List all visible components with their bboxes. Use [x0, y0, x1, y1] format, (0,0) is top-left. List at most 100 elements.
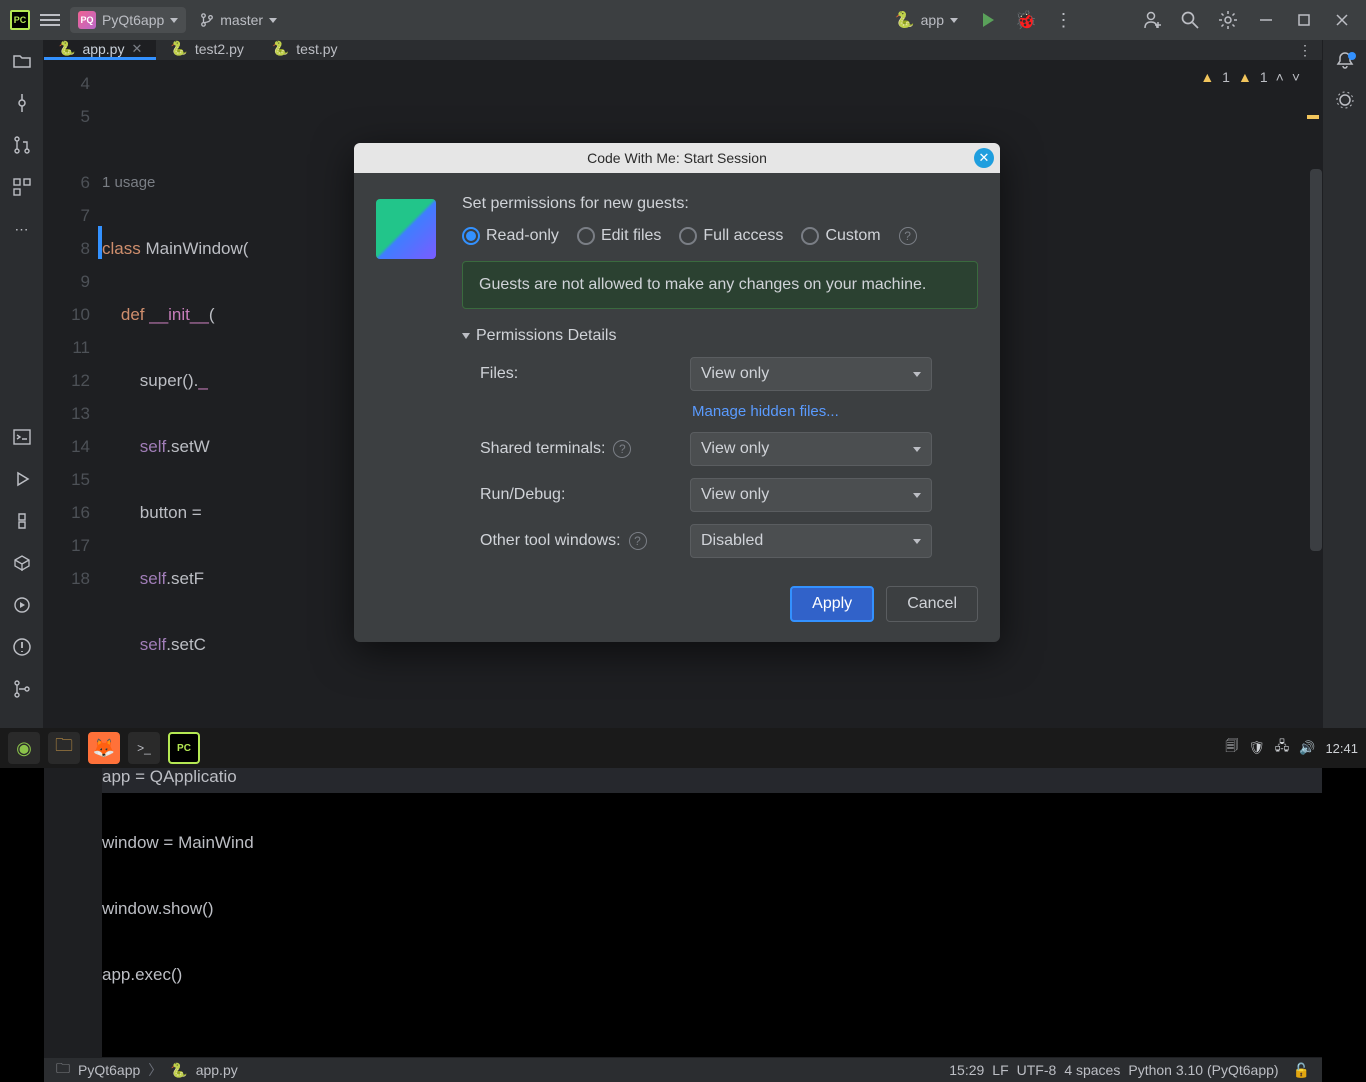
tray-clock[interactable]: 12:41: [1325, 741, 1358, 756]
breadcrumb-root[interactable]: PyQt6app: [78, 1062, 140, 1078]
indent-settings[interactable]: 4 spaces: [1064, 1062, 1120, 1078]
more-actions-button[interactable]: ⋮: [1050, 6, 1078, 34]
chevron-down-icon: [950, 18, 958, 23]
help-icon[interactable]: ?: [629, 532, 647, 550]
error-stripe-mark[interactable]: [1307, 115, 1319, 119]
ai-assistant-button[interactable]: [1335, 90, 1355, 110]
tab-label: test.py: [296, 41, 337, 57]
breadcrumb-file[interactable]: app.py: [196, 1062, 238, 1078]
warning-count: 1: [1222, 69, 1230, 85]
radio-edit-files[interactable]: Edit files: [577, 227, 661, 245]
tray-network-icon[interactable]: 🖧: [1275, 737, 1290, 759]
dialog-titlebar[interactable]: Code With Me: Start Session ✕: [354, 143, 1000, 173]
pull-requests-button[interactable]: [11, 134, 33, 156]
debug-button[interactable]: 🐞: [1012, 6, 1040, 34]
vcs-branch-selector[interactable]: master: [196, 8, 281, 32]
left-tool-strip: ⋯: [0, 40, 44, 728]
line-separator[interactable]: LF: [992, 1062, 1008, 1078]
structure-tool-button[interactable]: [11, 176, 33, 198]
firefox-icon: 🦊: [93, 738, 115, 759]
help-icon[interactable]: ?: [899, 227, 917, 245]
run-debug-label: Run/Debug:: [480, 486, 690, 504]
shared-terminals-select[interactable]: View only: [690, 432, 932, 466]
window-minimize[interactable]: [1252, 6, 1280, 34]
person-icon: [1142, 10, 1162, 30]
run-button[interactable]: [974, 6, 1002, 34]
app-icon: PC: [10, 10, 30, 30]
main-menu-button[interactable]: [40, 14, 60, 26]
problems-tool-button[interactable]: [11, 636, 33, 658]
next-highlight[interactable]: ˅: [1292, 69, 1300, 85]
search-icon: [1180, 10, 1200, 30]
radio-read-only[interactable]: Read-only: [462, 227, 559, 245]
tray-shield-icon[interactable]: 🛡: [1248, 740, 1265, 756]
permission-radio-group: Read-only Edit files Full access Custom …: [462, 227, 978, 245]
chevron-down-icon: [913, 539, 921, 544]
tool-windows-select[interactable]: Disabled: [690, 524, 932, 558]
python-icon: 🐍: [170, 40, 187, 57]
inspection-widget[interactable]: ▲1 ▲1 ˄ ˅: [1200, 69, 1300, 85]
run-config-selector[interactable]: 🐍 app: [889, 8, 964, 32]
terminal-button[interactable]: >_: [128, 732, 160, 764]
maximize-icon: [1294, 10, 1314, 30]
chevron-down-icon: [913, 447, 921, 452]
start-menu-button[interactable]: ◉: [8, 732, 40, 764]
help-icon[interactable]: ?: [613, 440, 631, 458]
close-icon[interactable]: ✕: [131, 41, 142, 57]
tab-test-py[interactable]: 🐍 test.py: [258, 40, 352, 60]
kebab-icon: ⋮: [1055, 10, 1074, 31]
file-manager-button[interactable]: 🗀: [48, 732, 80, 764]
files-label: Files:: [480, 365, 690, 383]
window-close[interactable]: [1328, 6, 1356, 34]
services-tool-button[interactable]: [11, 594, 33, 616]
scrollbar-thumb[interactable]: [1310, 169, 1322, 551]
radio-full-access[interactable]: Full access: [679, 227, 783, 245]
project-selector[interactable]: PQ PyQt6app: [70, 7, 186, 33]
run-debug-select[interactable]: View only: [690, 478, 932, 512]
lock-icon[interactable]: 🔓: [1293, 1062, 1310, 1079]
radio-custom[interactable]: Custom: [801, 227, 880, 245]
tray-update-icon[interactable]: 🗐: [1225, 737, 1238, 759]
project-tool-button[interactable]: [11, 50, 33, 72]
dialog-close-button[interactable]: ✕: [974, 148, 994, 168]
system-tray: 🗐 🛡 🖧 🔊 12:41: [1225, 737, 1358, 759]
commit-tool-button[interactable]: [11, 92, 33, 114]
code-with-me-button[interactable]: [1138, 6, 1166, 34]
ellipsis-icon: ⋯: [15, 221, 29, 238]
cancel-button[interactable]: Cancel: [886, 586, 978, 622]
gutter: 456789101112131415161718: [44, 61, 102, 1057]
file-encoding[interactable]: UTF-8: [1017, 1062, 1057, 1078]
firefox-button[interactable]: 🦊: [88, 732, 120, 764]
caret-position[interactable]: 15:29: [949, 1062, 984, 1078]
permissions-heading: Set permissions for new guests:: [462, 195, 978, 213]
permissions-details-toggle[interactable]: Permissions Details: [462, 327, 978, 345]
tab-test2-py[interactable]: 🐍 test2.py: [156, 40, 257, 60]
chevron-down-icon: [170, 18, 178, 23]
tray-volume-icon[interactable]: 🔊: [1299, 740, 1315, 756]
settings-button[interactable]: [1214, 6, 1242, 34]
prev-highlight[interactable]: ˄: [1276, 69, 1284, 85]
manage-hidden-files-link[interactable]: Manage hidden files...: [690, 403, 978, 420]
tabs-more-button[interactable]: ⋮: [1288, 40, 1322, 60]
tab-app-py[interactable]: 🐍 app.py ✕: [44, 40, 156, 60]
more-tools-button[interactable]: ⋯: [11, 218, 33, 240]
search-button[interactable]: [1176, 6, 1204, 34]
chevron-down-icon: [269, 18, 277, 23]
kebab-icon: ⋮: [1298, 42, 1312, 59]
dialog-title: Code With Me: Start Session: [587, 150, 767, 166]
run-tool-button[interactable]: [11, 468, 33, 490]
tab-label: test2.py: [195, 41, 244, 57]
window-maximize[interactable]: [1290, 6, 1318, 34]
os-taskbar: ◉ 🗀 🦊 >_ PC 🗐 🛡 🖧 🔊 12:41: [0, 728, 1366, 768]
apply-button[interactable]: Apply: [790, 586, 874, 622]
vcs-tool-button[interactable]: [11, 678, 33, 700]
files-select[interactable]: View only: [690, 357, 932, 391]
python-console-button[interactable]: [11, 510, 33, 532]
warning-icon: ▲: [1200, 69, 1214, 85]
pycharm-taskbar-button[interactable]: PC: [168, 732, 200, 764]
python-icon: 🐍: [272, 40, 289, 57]
mint-icon: ◉: [16, 738, 32, 759]
terminal-tool-button[interactable]: [11, 426, 33, 448]
python-packages-button[interactable]: [11, 552, 33, 574]
interpreter[interactable]: Python 3.10 (PyQt6app): [1128, 1062, 1278, 1078]
